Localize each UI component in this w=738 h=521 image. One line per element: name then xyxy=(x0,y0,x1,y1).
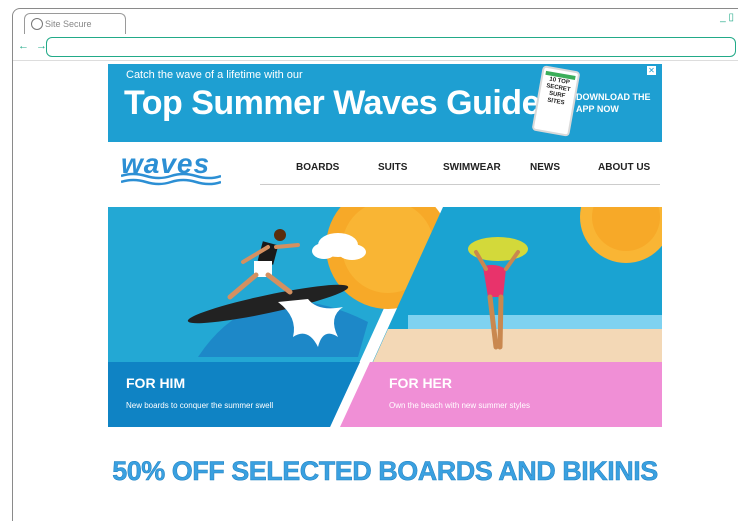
banner-headline: Top Summer Waves Guide xyxy=(124,84,540,122)
site-info-icon xyxy=(31,18,43,30)
browser-tab[interactable]: Site Secure xyxy=(24,13,126,34)
hero-panels: FOR HIM New boards to conquer the summer… xyxy=(108,207,662,427)
for-her-title[interactable]: FOR HER xyxy=(389,375,452,391)
for-her-subtitle: Own the beach with new summer styles xyxy=(389,401,530,410)
close-icon[interactable]: ✕ xyxy=(647,66,656,75)
download-app-link[interactable]: DOWNLOAD THE APP NOW xyxy=(576,91,651,115)
ad-banner[interactable]: Catch the wave of a lifetime with our To… xyxy=(108,64,662,142)
download-line-2: APP NOW xyxy=(576,104,619,114)
hero-illustration xyxy=(108,207,662,427)
download-line-1: DOWNLOAD THE xyxy=(576,92,651,102)
logo-waves-icon xyxy=(121,172,221,186)
nav-underline xyxy=(260,184,660,185)
tab-title: Site Secure xyxy=(45,19,92,29)
nav-about-us[interactable]: ABOUT US xyxy=(598,162,650,173)
nav-boards[interactable]: BOARDS xyxy=(296,162,339,173)
phone-graphic: 10 TOP SECRET SURF SITES xyxy=(531,65,581,137)
for-him-title[interactable]: FOR HIM xyxy=(126,375,185,391)
back-forward-icons[interactable]: ← → xyxy=(18,40,49,52)
site-header: waves BOARDS SUITS SWIMWEAR NEWS ABOUT U… xyxy=(108,142,662,204)
banner-tagline: Catch the wave of a lifetime with our xyxy=(126,69,303,81)
toolbar-divider xyxy=(13,60,738,61)
promo-headline[interactable]: 50% OFF SELECTED BOARDS AND BIKINIS xyxy=(108,456,662,487)
phone-text: 10 TOP SECRET SURF SITES xyxy=(545,76,571,107)
address-bar[interactable] xyxy=(46,37,736,57)
window-controls[interactable]: _ ▯ xyxy=(720,12,734,23)
main-nav: BOARDS SUITS SWIMWEAR NEWS ABOUT US xyxy=(260,162,660,182)
nav-suits[interactable]: SUITS xyxy=(378,162,407,173)
nav-news[interactable]: NEWS xyxy=(530,162,560,173)
for-him-subtitle: New boards to conquer the summer swell xyxy=(126,401,274,410)
nav-swimwear[interactable]: SWIMWEAR xyxy=(443,162,501,173)
